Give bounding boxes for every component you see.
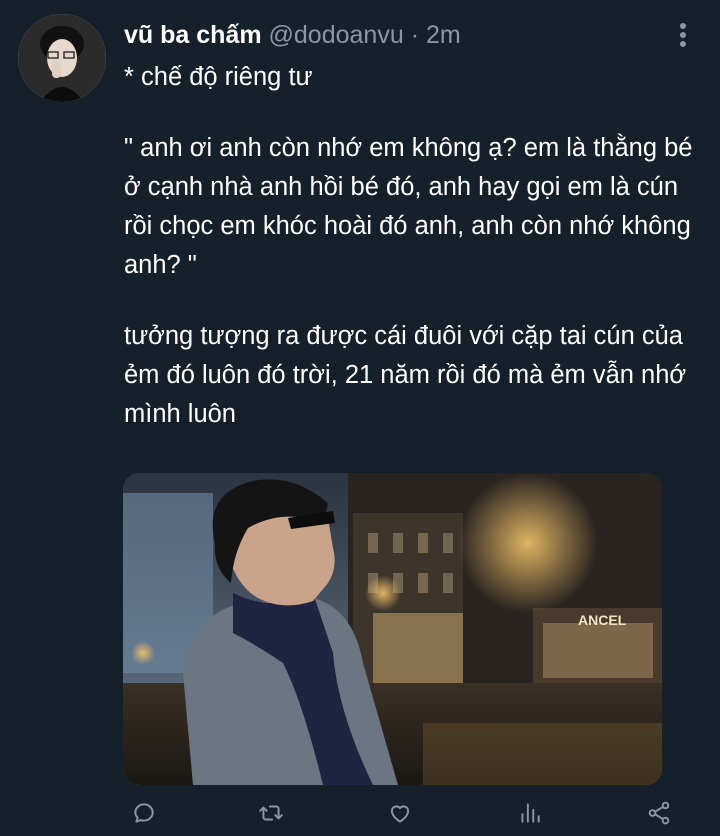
tweet-header: vũ ba chấm @dodoanvu · 2m bbox=[124, 18, 660, 52]
retweet-icon bbox=[259, 805, 283, 821]
tweet-timestamp[interactable]: 2m bbox=[426, 21, 461, 49]
reply-icon bbox=[134, 803, 154, 823]
more-options-icon[interactable] bbox=[672, 20, 694, 50]
separator-dot: · bbox=[410, 21, 420, 49]
share-icon bbox=[648, 801, 670, 825]
photo-street-scene: ANCEL bbox=[123, 473, 662, 785]
analytics-button[interactable] bbox=[510, 794, 550, 832]
avatar-photo bbox=[18, 14, 106, 102]
share-button[interactable] bbox=[639, 794, 679, 832]
tweet-subtitle: * chế độ riêng tư bbox=[124, 63, 313, 91]
tweet-body: * chế độ riêng tư " anh ơi anh còn nhớ e… bbox=[124, 58, 699, 434]
analytics-icon bbox=[521, 803, 540, 823]
reply-button[interactable] bbox=[124, 794, 164, 832]
photo-sign-text: ANCEL bbox=[578, 612, 627, 628]
like-button[interactable] bbox=[380, 794, 420, 832]
retweet-button[interactable] bbox=[251, 794, 291, 832]
heart-icon bbox=[390, 805, 410, 823]
author-handle[interactable]: @dodoanvu bbox=[269, 21, 404, 49]
tweet-paragraph-2: tưởng tượng ra được cái đuôi với cặp tai… bbox=[124, 322, 687, 428]
tweet-actions bbox=[124, 794, 684, 832]
tweet-paragraph-1: " anh ơi anh còn nhớ em không ạ? em là t… bbox=[124, 134, 693, 279]
tweet-photo[interactable]: ANCEL bbox=[123, 473, 662, 785]
author-name[interactable]: vũ ba chấm bbox=[124, 21, 262, 49]
avatar[interactable] bbox=[18, 14, 106, 102]
